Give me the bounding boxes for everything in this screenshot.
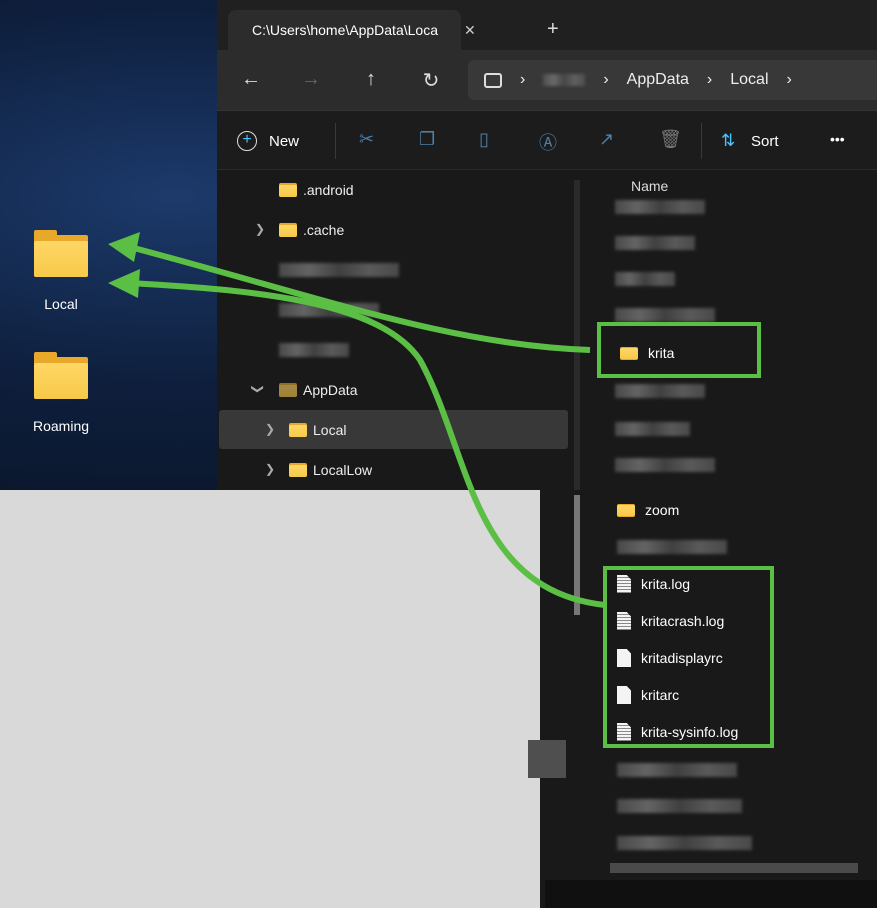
chevron-right-icon[interactable]: ❯ [255,222,265,236]
navigation-pane: .android ❯ .cache ❯ AppData ❯ Local ❯ Lo… [217,170,569,490]
tab-current[interactable]: C:\Users\home\AppData\Loca ✕ [228,10,476,50]
nav-scrollbar-thumb[interactable] [574,495,580,615]
tree-item-cache[interactable]: .cache [279,210,344,250]
navigation-bar: ← → ↑ ↻ › › AppData › Local › [217,50,877,110]
list-item-redacted[interactable] [615,192,705,222]
copy-icon[interactable]: ❐ [419,129,435,150]
desktop-icon-roaming[interactable]: Roaming [21,351,101,434]
more-options-button[interactable]: ••• [830,131,845,147]
list-item-redacted[interactable] [617,791,742,821]
tree-item-local[interactable]: Local [289,410,346,450]
list-item-redacted[interactable] [615,264,675,294]
desktop-icon-label: Local [44,296,78,312]
breadcrumb-separator: › [603,71,609,88]
horizontal-scrollbar[interactable] [610,863,858,873]
explorer-bottom-bar [545,880,877,908]
desktop-icon-label: Roaming [32,418,90,434]
tree-label: .cache [303,222,345,238]
breadcrumb-local[interactable]: Local [730,71,768,89]
breadcrumb-redacted-user[interactable] [543,74,586,86]
close-tab-icon[interactable]: ✕ [464,22,476,39]
list-item-redacted[interactable] [617,532,727,562]
pane-resize-handle[interactable] [528,740,566,778]
refresh-button[interactable]: ↻ [417,68,445,94]
chevron-right-icon[interactable]: ❯ [265,462,275,476]
share-icon[interactable]: ↗ [599,129,614,150]
tree-label: .android [303,182,354,198]
cut-icon[interactable]: ✂ [359,129,374,150]
highlight-box-krita-files [603,566,774,748]
list-item-redacted[interactable] [615,414,690,444]
list-item-redacted[interactable] [617,755,737,785]
list-item-redacted[interactable] [617,828,752,858]
breadcrumb-separator: › [520,71,526,88]
sort-button[interactable]: Sort [751,133,779,150]
chevron-right-icon[interactable]: ❯ [265,422,275,436]
list-item-redacted[interactable] [615,376,705,406]
tree-label: Local [313,422,347,438]
highlight-box-krita-folder [597,322,761,378]
desktop-icon-local[interactable]: Local [21,229,101,312]
tree-item-appdata[interactable]: AppData [279,370,357,410]
forward-button[interactable]: → [297,68,325,94]
breadcrumb-separator: › [786,71,792,88]
divider [701,123,702,159]
tree-item-redacted[interactable] [279,330,349,370]
back-button[interactable]: ← [237,68,265,94]
tree-item-locallow[interactable]: LocalLow [289,450,372,490]
paste-icon[interactable]: ▯ [479,129,489,150]
tree-label: LocalLow [313,462,373,478]
new-tab-button[interactable]: + [547,18,559,41]
folder-icon [34,351,88,399]
list-item-redacted[interactable] [615,228,695,258]
file-explorer-window: C:\Users\home\AppData\Loca ✕ + ← → ↑ ↻ ›… [217,0,877,490]
divider [335,123,336,159]
chevron-down-icon[interactable]: ❯ [251,384,265,394]
title-bar: C:\Users\home\AppData\Loca ✕ + [217,0,877,50]
nav-scrollbar-track[interactable] [574,180,580,490]
breadcrumb-separator: › [706,71,713,88]
list-item-redacted[interactable] [615,450,715,480]
tree-item-redacted[interactable] [279,290,379,330]
new-plus-icon: + [237,131,257,151]
tree-item-redacted[interactable] [279,250,399,290]
computer-icon [484,72,502,88]
delete-icon[interactable]: 🗑 [659,129,682,150]
breadcrumb-appdata[interactable]: AppData [627,71,689,89]
tree-item-android[interactable]: .android [279,170,354,210]
command-bar: + New ✂ ❐ ▯ Ⓐ ↗ 🗑 ⇅ Sort ••• [217,110,877,170]
new-button[interactable]: New [269,133,299,150]
rename-icon[interactable]: Ⓐ [539,129,557,155]
address-bar[interactable]: › › AppData › Local › [468,60,877,100]
tree-label: AppData [303,382,358,398]
sort-icon: ⇅ [721,131,736,150]
tab-title: C:\Users\home\AppData\Loca [252,22,438,38]
file-name: zoom [645,502,680,518]
folder-icon [34,229,88,277]
list-item-zoom-folder[interactable]: zoom [617,495,679,525]
up-button[interactable]: ↑ [357,68,385,94]
